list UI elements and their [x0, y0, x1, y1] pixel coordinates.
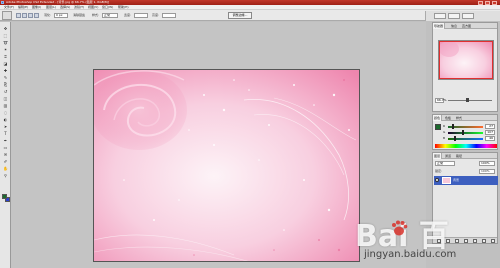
blue-label: B: [443, 136, 446, 140]
red-slider-handle[interactable]: [451, 124, 454, 129]
marquee-icon[interactable]: ⬚: [2, 33, 9, 38]
red-value-input[interactable]: 27: [485, 124, 495, 129]
hand-icon[interactable]: ✋: [2, 166, 9, 171]
zoom-slider[interactable]: [448, 100, 492, 101]
lasso-icon[interactable]: ➰: [2, 40, 9, 45]
zoom-input[interactable]: 66.7%: [435, 98, 447, 103]
feather-label: 羽化:: [44, 13, 52, 17]
lock-controls: 锁定: 100%: [435, 169, 497, 175]
red-label: R: [443, 124, 446, 128]
blue-value-input[interactable]: 46: [485, 136, 495, 141]
green-value-input[interactable]: 107: [485, 130, 495, 135]
color-spectrum-bar[interactable]: [435, 144, 497, 148]
layer-row-background[interactable]: 背景: [434, 176, 498, 185]
lock-label: 锁定:: [435, 169, 443, 173]
add-selection-icon[interactable]: [22, 13, 27, 18]
foreground-color-swatch[interactable]: [2, 194, 7, 199]
gradient-icon[interactable]: ▥: [2, 103, 9, 108]
tab-layers[interactable]: 图层: [433, 153, 443, 159]
zoom-slider-handle[interactable]: [466, 98, 470, 102]
refine-edge-button[interactable]: 调整边缘...: [228, 12, 252, 19]
baidu-paw-icon: [392, 220, 408, 236]
tab-color[interactable]: 颜色: [433, 115, 443, 121]
healing-brush-icon[interactable]: ✚: [2, 68, 9, 73]
notes-icon[interactable]: ✉: [2, 152, 9, 157]
shape-icon[interactable]: ▭: [2, 145, 9, 150]
green-label: G: [443, 130, 446, 134]
opacity-input[interactable]: 100%: [479, 161, 495, 166]
tab-info[interactable]: 信息: [450, 23, 458, 29]
navigator-thumbnail[interactable]: [438, 40, 494, 80]
tab-histogram[interactable]: 直方图: [461, 23, 472, 29]
palette-well-tab[interactable]: [462, 13, 474, 19]
minimize-button[interactable]: [478, 0, 483, 5]
eyedropper-icon[interactable]: ✐: [2, 159, 9, 164]
path-select-icon[interactable]: ➤: [2, 124, 9, 129]
foreground-color-swatch[interactable]: [435, 124, 441, 130]
color-panel: 颜色 色板 样式 R 27 G 107 B 46: [432, 114, 498, 150]
green-channel: G 107: [443, 130, 497, 135]
dodge-icon[interactable]: ◐: [2, 117, 9, 122]
history-brush-icon[interactable]: ↺: [2, 89, 9, 94]
zoom-controls: 66.7%: [434, 98, 498, 104]
move-icon[interactable]: ✥: [2, 26, 9, 31]
visibility-eye-icon[interactable]: [435, 178, 439, 182]
width-input[interactable]: [134, 13, 148, 18]
blue-slider-handle[interactable]: [453, 136, 456, 141]
tab-styles[interactable]: 样式: [455, 115, 463, 121]
height-input[interactable]: [162, 13, 176, 18]
maximize-button[interactable]: [485, 0, 490, 5]
type-icon[interactable]: T: [2, 131, 9, 136]
layer-name: 背景: [453, 178, 460, 182]
baidu-url-text: jingyan.baidu.com: [364, 249, 457, 260]
close-button[interactable]: [492, 0, 497, 5]
blend-mode-select[interactable]: 正常: [435, 161, 455, 166]
tab-navigator[interactable]: 导航器: [433, 23, 446, 29]
brush-icon[interactable]: ✎: [2, 75, 9, 80]
green-slider-handle[interactable]: [461, 130, 464, 135]
tab-swatches[interactable]: 色板: [444, 115, 452, 121]
zoom-icon[interactable]: ⚲: [2, 173, 9, 178]
crop-icon[interactable]: ⌗: [2, 54, 9, 59]
slice-icon[interactable]: ◪: [2, 61, 9, 66]
subtract-selection-icon[interactable]: [28, 13, 33, 18]
magic-wand-icon[interactable]: ✶: [2, 47, 9, 52]
new-selection-icon[interactable]: [16, 13, 21, 18]
red-channel: R 27: [443, 124, 497, 129]
blur-icon[interactable]: ◌: [2, 110, 9, 115]
palette-well: [425, 11, 500, 21]
style-label: 样式:: [92, 13, 100, 17]
tab-channels[interactable]: 通道: [444, 153, 452, 159]
style-select[interactable]: 正常: [102, 13, 118, 18]
tab-paths[interactable]: 路径: [455, 153, 463, 159]
palette-well-tab[interactable]: [434, 13, 446, 19]
green-slider[interactable]: [448, 132, 483, 134]
fill-input[interactable]: 100%: [479, 169, 495, 174]
blue-channel: B 46: [443, 136, 497, 141]
toolbox: ✥ ⬚ ➰ ✶ ⌗ ◪ ✚ ✎ ⎘ ↺ ◫ ▥ ◌ ◐ ➤ T ✒ ▭ ✉ ✐ ✋ ⚲: [0, 22, 11, 268]
navigator-panel: 导航器 信息 直方图 66.7%: [432, 22, 498, 112]
tool-preset-picker[interactable]: [2, 11, 12, 20]
blend-controls: 正常 100%: [435, 161, 497, 167]
baidu-watermark: Bai 百 jingyan.baidu.com: [355, 211, 500, 268]
document-canvas[interactable]: [93, 69, 360, 262]
height-label: 高度:: [152, 13, 160, 17]
photoshop-icon: [1, 1, 4, 4]
navigator-view-box[interactable]: [439, 41, 493, 79]
pen-icon[interactable]: ✒: [2, 138, 9, 143]
clone-stamp-icon[interactable]: ⎘: [2, 82, 9, 87]
eraser-icon[interactable]: ◫: [2, 96, 9, 101]
pink-rose-image: [94, 70, 359, 261]
antialias-checkbox[interactable]: 消除锯齿: [73, 13, 85, 17]
feather-input[interactable]: 0 px: [54, 13, 68, 18]
palette-well-tab[interactable]: [448, 13, 460, 19]
layer-thumbnail: [442, 177, 451, 184]
width-label: 宽度:: [124, 13, 132, 17]
intersect-selection-icon[interactable]: [34, 13, 39, 18]
